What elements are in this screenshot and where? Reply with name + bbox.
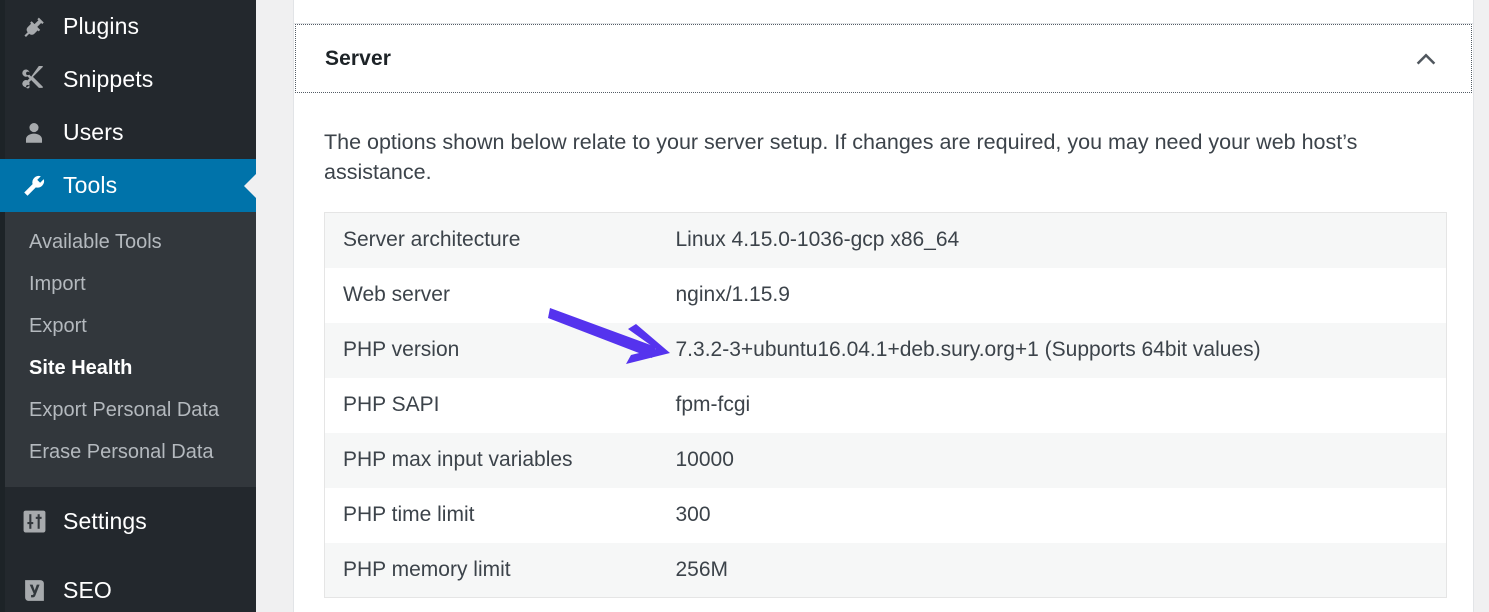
row-value: 10000 xyxy=(658,433,1447,488)
section-title: Server xyxy=(325,47,1411,71)
submenu-item-import[interactable]: Import xyxy=(0,263,256,305)
chevron-up-icon[interactable] xyxy=(1411,44,1441,74)
row-value: fpm-fcgi xyxy=(658,378,1447,433)
table-row: Server architecture Linux 4.15.0-1036-gc… xyxy=(325,213,1447,268)
submenu-item-available-tools[interactable]: Available Tools xyxy=(0,221,256,263)
sidebar-item-plugins[interactable]: Plugins xyxy=(0,0,256,53)
row-value: 7.3.2-3+ubuntu16.04.1+deb.sury.org+1 (Su… xyxy=(658,323,1447,378)
table-row: PHP memory limit 256M xyxy=(325,543,1447,598)
server-section-header[interactable]: Server xyxy=(295,24,1472,93)
row-value: Linux 4.15.0-1036-gcp x86_64 xyxy=(658,213,1447,268)
row-key: Server architecture xyxy=(325,213,658,268)
wrench-icon xyxy=(17,169,51,203)
submenu-item-export-personal-data[interactable]: Export Personal Data xyxy=(0,389,256,431)
row-key: PHP max input variables xyxy=(325,433,658,488)
sidebar-item-label: Plugins xyxy=(63,13,139,40)
tools-submenu: Available Tools Import Export Site Healt… xyxy=(0,212,256,487)
table-row: PHP SAPI fpm-fcgi xyxy=(325,378,1447,433)
sidebar-item-seo[interactable]: SEO xyxy=(0,564,256,612)
row-value: 256M xyxy=(658,543,1447,598)
row-key: Web server xyxy=(325,268,658,323)
main-content: Server The options shown below relate to… xyxy=(256,0,1489,612)
server-info-table: Server architecture Linux 4.15.0-1036-gc… xyxy=(324,212,1447,598)
admin-sidebar: Plugins Snippets Users xyxy=(0,0,256,612)
row-key: PHP memory limit xyxy=(325,543,658,598)
sidebar-item-label: SEO xyxy=(63,577,112,604)
row-key: PHP SAPI xyxy=(325,378,658,433)
screen: Plugins Snippets Users xyxy=(0,0,1489,612)
table-row: PHP version 7.3.2-3+ubuntu16.04.1+deb.su… xyxy=(325,323,1447,378)
submenu-item-site-health[interactable]: Site Health xyxy=(0,347,256,389)
sliders-icon xyxy=(17,505,51,539)
user-icon xyxy=(17,116,51,150)
sidebar-item-tools[interactable]: Tools xyxy=(0,159,256,212)
row-value: nginx/1.15.9 xyxy=(658,268,1447,323)
table-row: PHP time limit 300 xyxy=(325,488,1447,543)
table-row: PHP max input variables 10000 xyxy=(325,433,1447,488)
server-section-description: The options shown below relate to your s… xyxy=(294,93,1394,187)
sidebar-item-snippets[interactable]: Snippets xyxy=(0,53,256,106)
sidebar-item-settings[interactable]: Settings xyxy=(0,495,256,548)
sidebar-item-label: Users xyxy=(63,119,124,146)
row-key: PHP time limit xyxy=(325,488,658,543)
submenu-item-export[interactable]: Export xyxy=(0,305,256,347)
sidebar-item-label: Settings xyxy=(63,508,147,535)
scissors-icon xyxy=(17,63,51,97)
site-health-info-panel: Server The options shown below relate to… xyxy=(293,0,1474,612)
sidebar-item-label: Snippets xyxy=(63,66,153,93)
panel-top-divider xyxy=(294,0,1473,24)
sidebar-item-users[interactable]: Users xyxy=(0,106,256,159)
submenu-item-erase-personal-data[interactable]: Erase Personal Data xyxy=(0,431,256,473)
table-row: Web server nginx/1.15.9 xyxy=(325,268,1447,323)
yoast-seo-icon xyxy=(17,574,51,608)
row-key: PHP version xyxy=(325,323,658,378)
sidebar-item-label: Tools xyxy=(63,172,117,199)
row-value: 300 xyxy=(658,488,1447,543)
plugin-icon xyxy=(17,10,51,44)
